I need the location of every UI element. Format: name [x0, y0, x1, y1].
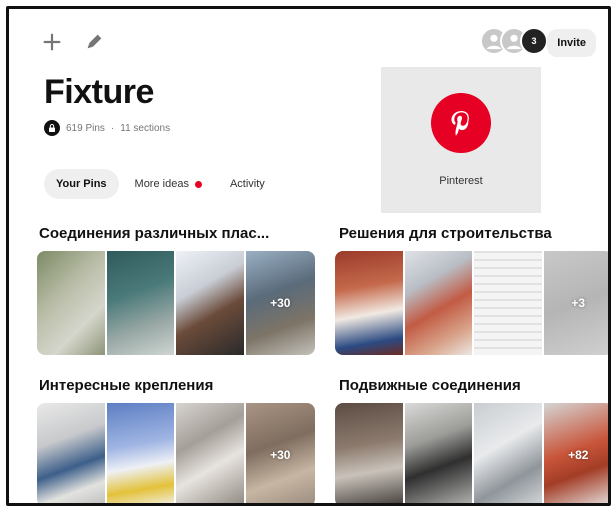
- tab-label: More ideas: [134, 178, 189, 190]
- section-title[interactable]: Подвижные соединения: [339, 377, 521, 394]
- section-count: 11 sections: [120, 122, 171, 134]
- section-card[interactable]: +3: [335, 251, 608, 355]
- pin-thumbnail: [106, 403, 174, 503]
- tab-label: Your Pins: [56, 178, 107, 190]
- meta-separator: ·: [110, 122, 115, 134]
- pin-thumbnail: +30: [245, 251, 315, 355]
- section-card[interactable]: +82: [335, 403, 608, 503]
- pin-thumbnail: +30: [245, 403, 315, 503]
- board-meta: 619 Pins · 11 sections: [44, 120, 170, 136]
- cover-label: Pinterest: [439, 175, 483, 187]
- pin-count: 619 Pins: [66, 122, 105, 134]
- pin-thumbnail: [106, 251, 174, 355]
- pin-thumbnail: [335, 403, 403, 503]
- pinterest-logo-icon: [431, 93, 491, 153]
- board-title: Fixture: [44, 73, 154, 111]
- tab-your-pins[interactable]: Your Pins: [44, 169, 119, 199]
- board-toolbar: [39, 29, 107, 55]
- pin-thumbnail: [335, 251, 403, 355]
- pin-thumbnail: +82: [543, 403, 608, 503]
- pin-thumbnail: [404, 251, 472, 355]
- notification-dot: [194, 180, 202, 188]
- section-card[interactable]: +30: [37, 251, 315, 355]
- pin-thumbnail: [37, 403, 105, 503]
- invite-button[interactable]: Invite: [547, 29, 596, 57]
- pin-thumbnail: +3: [543, 251, 608, 355]
- section-title[interactable]: Решения для строительства: [339, 225, 552, 242]
- more-count: +82: [568, 448, 589, 462]
- board-page: 3 Invite Fixture 619 Pins · 11 sections …: [6, 6, 611, 506]
- board-cover[interactable]: Pinterest: [381, 67, 541, 213]
- plus-icon[interactable]: [39, 29, 65, 55]
- tab-activity[interactable]: Activity: [218, 169, 277, 199]
- more-count: +30: [270, 296, 291, 310]
- pin-thumbnail: [474, 403, 542, 503]
- pin-thumbnail: [404, 403, 472, 503]
- section-card[interactable]: +30: [37, 403, 315, 503]
- secret-board-icon: [44, 120, 60, 136]
- section-title[interactable]: Соединения различных плас...: [39, 225, 269, 242]
- more-count: +30: [270, 448, 291, 462]
- collaborator-avatars[interactable]: 3: [480, 27, 548, 55]
- pin-thumbnail: [474, 251, 542, 355]
- collaborator-count-badge: 3: [520, 27, 548, 55]
- pin-thumbnail: [37, 251, 105, 355]
- pin-thumbnail: [176, 251, 244, 355]
- tab-more-ideas[interactable]: More ideas: [123, 169, 214, 199]
- more-count: +3: [571, 296, 586, 310]
- board-tabs: Your Pins More ideas Activity: [44, 169, 277, 199]
- tab-label: Activity: [229, 178, 265, 190]
- pin-thumbnail: [176, 403, 244, 503]
- section-title[interactable]: Интересные крепления: [39, 377, 213, 394]
- pencil-icon[interactable]: [81, 29, 107, 55]
